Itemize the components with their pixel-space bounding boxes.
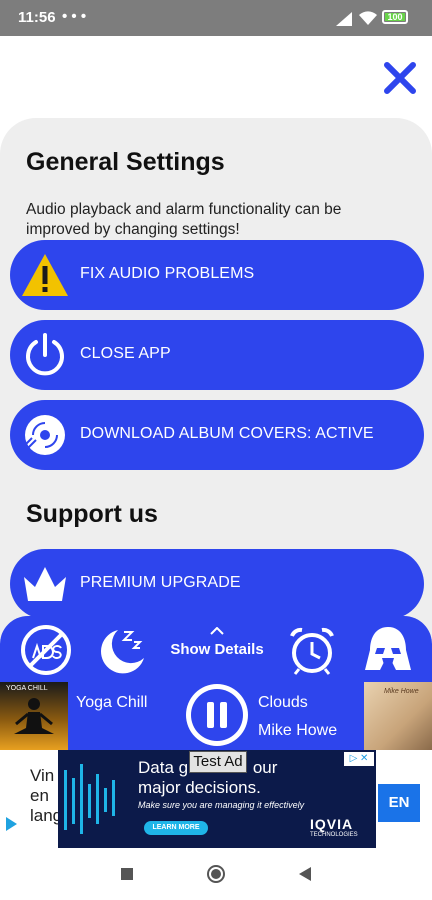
system-nav-bar xyxy=(0,848,432,900)
download-covers-label: DOWNLOAD ALBUM COVERS: ACTIVE xyxy=(80,425,374,442)
signal-icon xyxy=(336,12,352,26)
track-title[interactable]: Clouds xyxy=(258,694,308,712)
wifi-icon xyxy=(359,11,377,25)
close-app-label: CLOSE APP xyxy=(80,345,171,362)
fix-audio-label: FIX AUDIO PROBLEMS xyxy=(80,265,255,282)
disc-download-icon xyxy=(25,415,65,455)
settings-panel: General Settings Audio playback and alar… xyxy=(0,118,432,638)
premium-upgrade-button[interactable]: PREMIUM UPGRADE xyxy=(10,549,424,619)
ad-learn-more-button[interactable]: LEARN MORE xyxy=(144,821,208,835)
premium-upgrade-label: PREMIUM UPGRADE xyxy=(80,574,241,591)
home-icon[interactable] xyxy=(206,864,226,884)
back-icon[interactable] xyxy=(298,866,312,882)
battery-icon: 100 xyxy=(382,10,408,24)
no-ads-icon[interactable] xyxy=(20,624,72,676)
show-details-label: Show Details xyxy=(170,641,264,658)
ad-tagline: Make sure you are managing it effectivel… xyxy=(138,800,305,810)
ad-headline-part-2: our xyxy=(252,758,278,777)
ad-brand: IQVIA xyxy=(310,816,354,832)
queued-track-title[interactable]: Yoga Chill xyxy=(76,694,147,712)
pause-button[interactable] xyxy=(186,684,248,746)
adchoices-icon[interactable]: ▷ ✕ xyxy=(344,752,374,766)
recents-icon[interactable] xyxy=(121,868,133,880)
warning-icon xyxy=(22,254,68,296)
test-ad-badge: Test Ad xyxy=(189,751,247,773)
status-time: 11:56 xyxy=(18,9,56,26)
vader-helmet-icon[interactable] xyxy=(362,624,414,676)
clouds-cover-caption: Mike Howe xyxy=(384,688,419,695)
show-details-toggle[interactable]: Show Details xyxy=(168,622,266,658)
crown-icon xyxy=(24,567,66,601)
ad-graphic-bars xyxy=(64,764,115,834)
power-icon xyxy=(26,333,64,376)
ad-open-button[interactable]: EN xyxy=(378,784,420,822)
ad-headline-line-2: major decisions. xyxy=(138,778,261,797)
chevron-up-icon xyxy=(210,626,224,635)
close-icon[interactable] xyxy=(382,60,418,96)
ad-brand-sub: TECHNOLOGIES xyxy=(310,832,358,838)
fix-audio-button[interactable]: FIX AUDIO PROBLEMS xyxy=(10,240,424,310)
support-heading: Support us xyxy=(26,500,158,528)
status-extra-icons: • • • xyxy=(62,8,87,25)
alarm-clock-icon[interactable] xyxy=(286,624,338,676)
clouds-cover[interactable]: Mike Howe xyxy=(364,682,432,750)
download-covers-button[interactable]: DOWNLOAD ALBUM COVERS: ACTIVE xyxy=(10,400,424,470)
yoga-chill-cover[interactable]: YOGA CHILL xyxy=(0,682,68,750)
sleep-moon-icon[interactable] xyxy=(96,624,148,676)
ad-headline-part-1: Data g xyxy=(138,758,189,777)
track-artist[interactable]: Mike Howe xyxy=(258,722,337,740)
meditation-figure-icon xyxy=(14,698,54,734)
pause-icon xyxy=(191,689,243,741)
general-settings-description: Audio playback and alarm functionality c… xyxy=(26,201,342,238)
play-store-icon xyxy=(6,817,17,831)
general-settings-heading: General Settings xyxy=(26,148,225,176)
close-app-button[interactable]: CLOSE APP xyxy=(10,320,424,390)
battery-level: 100 xyxy=(385,13,405,22)
status-bar: 11:56 • • • 100 xyxy=(0,0,432,36)
